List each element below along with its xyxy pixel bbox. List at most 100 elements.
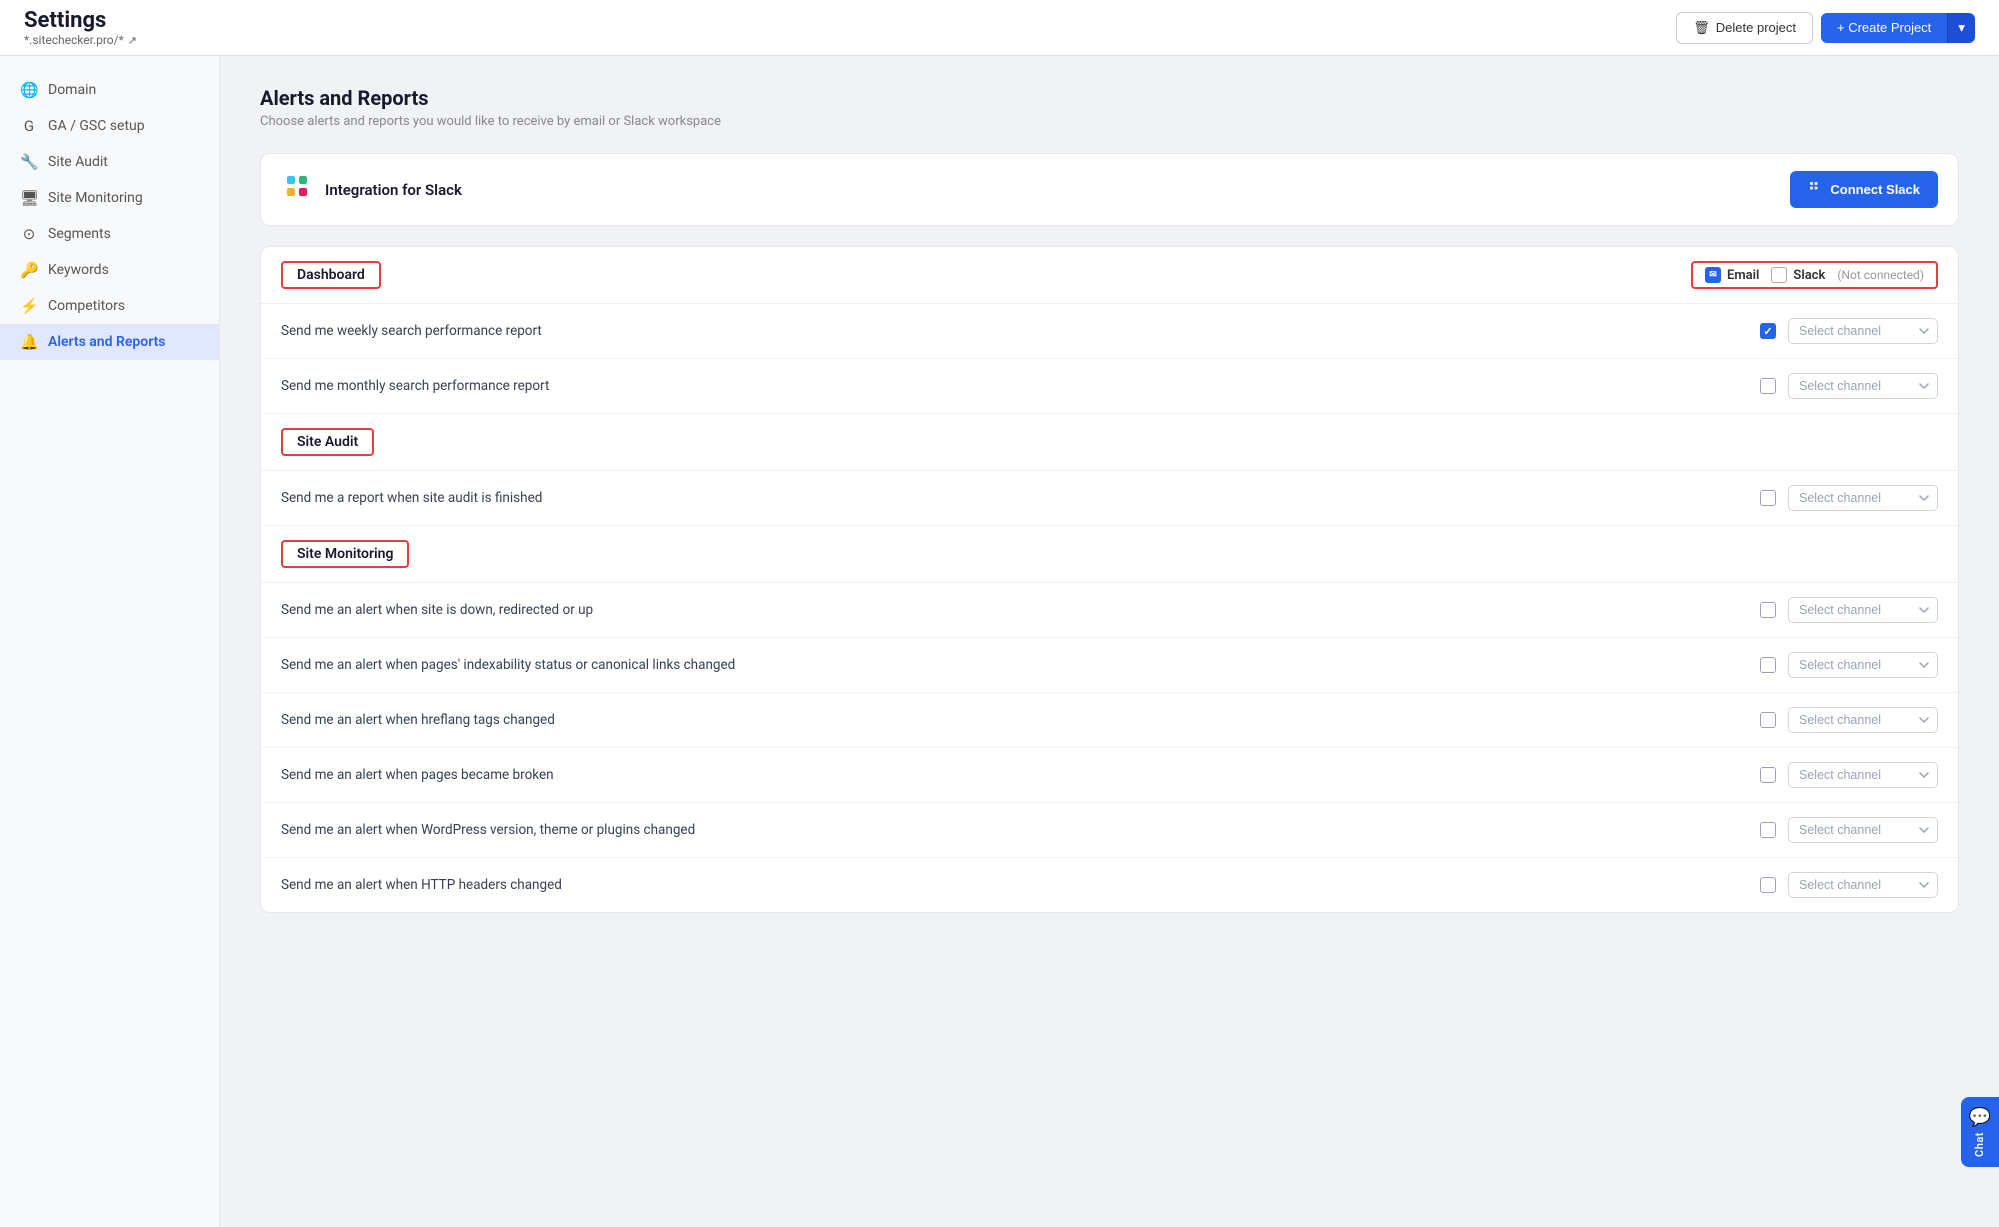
- section-title-site-audit: Site Audit: [281, 428, 374, 456]
- ga-gsc-icon: G: [20, 117, 38, 135]
- delete-project-button[interactable]: 🗑 Delete project: [1676, 12, 1813, 44]
- site-audit-icon: 🔧: [20, 153, 38, 171]
- sidebar-item-segments[interactable]: ⊙ Segments: [0, 216, 219, 252]
- external-link-icon: ↗: [128, 34, 137, 47]
- alert-text: Send me an alert when pages became broke…: [281, 767, 1760, 783]
- email-label: ✉ Email: [1705, 267, 1759, 283]
- alert-text: Send me a report when site audit is fini…: [281, 490, 1760, 506]
- channel-select[interactable]: Select channel: [1788, 485, 1938, 511]
- page-title: Settings: [24, 8, 137, 33]
- sidebar-item-label-domain: Domain: [48, 82, 96, 98]
- section-title-dashboard: Dashboard: [281, 261, 381, 289]
- sidebar-item-label-ga-gsc: GA / GSC setup: [48, 118, 145, 134]
- project-url: *.sitechecker.pro/* ↗: [24, 33, 137, 47]
- site-monitoring-icon: 🖥: [20, 189, 38, 207]
- top-bar-left: Settings *.sitechecker.pro/* ↗: [24, 8, 137, 47]
- section-header-dashboard: Dashboard ✉ Email Slack (Not connected): [261, 247, 1958, 304]
- slack-label: Slack: [1771, 267, 1825, 283]
- sidebar-item-keywords[interactable]: 🔑 Keywords: [0, 252, 219, 288]
- sidebar-item-site-monitoring[interactable]: 🖥Site Monitoring: [0, 180, 219, 216]
- email-checkbox[interactable]: [1760, 490, 1776, 506]
- top-bar-actions: 🗑 Delete project + Create Project ▾: [1676, 12, 1975, 44]
- sidebar-item-label-keywords: Keywords: [48, 262, 109, 278]
- channel-select[interactable]: Select channel: [1788, 318, 1938, 344]
- alert-row: Send me an alert when hreflang tags chan…: [261, 693, 1958, 748]
- email-checkbox[interactable]: [1760, 323, 1776, 339]
- delete-icon: 🗑: [1693, 20, 1710, 36]
- channel-select[interactable]: Select channel: [1788, 373, 1938, 399]
- connect-slack-button[interactable]: Connect Slack: [1790, 171, 1938, 208]
- slack-checkbox[interactable]: [1771, 267, 1787, 283]
- main-content: Alerts and Reports Choose alerts and rep…: [220, 56, 1999, 943]
- alert-controls: Select channel: [1760, 872, 1938, 898]
- sidebar-item-label-competitors: Competitors: [48, 298, 125, 314]
- slack-logo-icon: [281, 170, 313, 209]
- alert-controls: Select channel: [1760, 373, 1938, 399]
- keywords-icon: 🔑: [20, 261, 38, 279]
- email-checkbox[interactable]: [1760, 378, 1776, 394]
- alert-controls: Select channel: [1760, 817, 1938, 843]
- slack-integration-banner: Integration for Slack Connect Slack: [260, 153, 1959, 226]
- alert-text: Send me weekly search performance report: [281, 323, 1760, 339]
- sidebar-item-domain[interactable]: 🌐Domain: [0, 72, 219, 108]
- create-project-caret[interactable]: ▾: [1947, 13, 1975, 43]
- alert-row: Send me a report when site audit is fini…: [261, 471, 1958, 526]
- email-checkbox[interactable]: [1760, 822, 1776, 838]
- alert-controls: Select channel: [1760, 762, 1938, 788]
- email-checkbox[interactable]: [1760, 602, 1776, 618]
- sidebar-item-label-site-audit: Site Audit: [48, 154, 108, 170]
- email-checkbox[interactable]: [1760, 877, 1776, 893]
- channel-select[interactable]: Select channel: [1788, 597, 1938, 623]
- alert-row: Send me an alert when WordPress version,…: [261, 803, 1958, 858]
- channel-select[interactable]: Select channel: [1788, 762, 1938, 788]
- alert-text: Send me monthly search performance repor…: [281, 378, 1760, 394]
- chat-label: Chat: [1973, 1132, 1986, 1157]
- channel-select[interactable]: Select channel: [1788, 652, 1938, 678]
- slack-integration-left: Integration for Slack: [281, 170, 462, 209]
- alert-row: Send me weekly search performance report…: [261, 304, 1958, 359]
- sidebar-item-site-audit[interactable]: 🔧 Site Audit: [0, 144, 219, 180]
- email-slack-controls: ✉ Email Slack (Not connected): [1691, 261, 1938, 289]
- alerts-reports-subtitle: Choose alerts and reports you would like…: [260, 114, 1959, 129]
- alert-row: Send me an alert when site is down, redi…: [261, 583, 1958, 638]
- sidebar-item-label-alerts-reports: Alerts and Reports: [48, 334, 165, 350]
- sidebar-item-competitors[interactable]: ⚡Competitors: [0, 288, 219, 324]
- chat-widget[interactable]: 💬 Chat: [1961, 1097, 1999, 1167]
- top-bar: Settings *.sitechecker.pro/* ↗ 🗑 Delete …: [0, 0, 1999, 56]
- sidebar-item-alerts-reports[interactable]: 🔔 Alerts and Reports: [0, 324, 219, 360]
- main-wrapper: Alerts and Reports Choose alerts and rep…: [220, 56, 1999, 1227]
- alert-text: Send me an alert when WordPress version,…: [281, 822, 1760, 838]
- email-checkbox[interactable]: [1760, 657, 1776, 673]
- segments-icon: ⊙: [20, 225, 38, 243]
- alert-controls: Select channel: [1760, 707, 1938, 733]
- alert-text: Send me an alert when HTTP headers chang…: [281, 877, 1760, 893]
- create-label: + Create Project: [1837, 20, 1931, 35]
- alert-text: Send me an alert when hreflang tags chan…: [281, 712, 1760, 728]
- create-project-button[interactable]: + Create Project: [1821, 13, 1947, 43]
- section-header-site-monitoring: Site Monitoring: [261, 526, 1958, 583]
- channel-select[interactable]: Select channel: [1788, 817, 1938, 843]
- email-checkbox[interactable]: [1760, 767, 1776, 783]
- page-header: Alerts and Reports Choose alerts and rep…: [260, 86, 1959, 129]
- alert-row: Send me monthly search performance repor…: [261, 359, 1958, 414]
- email-text: Email: [1727, 268, 1759, 283]
- alerts-reports-title: Alerts and Reports: [260, 86, 1959, 110]
- delete-label: Delete project: [1716, 20, 1796, 35]
- section-title-site-monitoring: Site Monitoring: [281, 540, 409, 568]
- sidebar-item-label-segments: Segments: [48, 226, 111, 242]
- channel-select[interactable]: Select channel: [1788, 707, 1938, 733]
- sidebar-item-ga-gsc[interactable]: G GA / GSC setup: [0, 108, 219, 144]
- not-connected-label: (Not connected): [1837, 268, 1924, 282]
- channel-select[interactable]: Select channel: [1788, 872, 1938, 898]
- alert-controls: Select channel: [1760, 597, 1938, 623]
- layout: 🌐DomainGGA / GSC setup🔧Site Audit🖥Site M…: [0, 56, 1999, 1227]
- sidebar: 🌐Domain G GA / GSC setup 🔧 Site Audit 🖥Site M…: [0, 56, 220, 1227]
- slack-text: Slack: [1793, 268, 1825, 283]
- connect-slack-label: Connect Slack: [1830, 182, 1920, 197]
- email-icon: ✉: [1705, 267, 1721, 283]
- email-checkbox[interactable]: [1760, 712, 1776, 728]
- chat-icon: 💬: [1969, 1107, 1991, 1128]
- alerts-reports-icon: 🔔: [20, 333, 38, 351]
- slack-integration-title: Integration for Slack: [325, 181, 462, 199]
- alerts-table: Dashboard ✉ Email Slack (Not connected) Send …: [260, 246, 1959, 913]
